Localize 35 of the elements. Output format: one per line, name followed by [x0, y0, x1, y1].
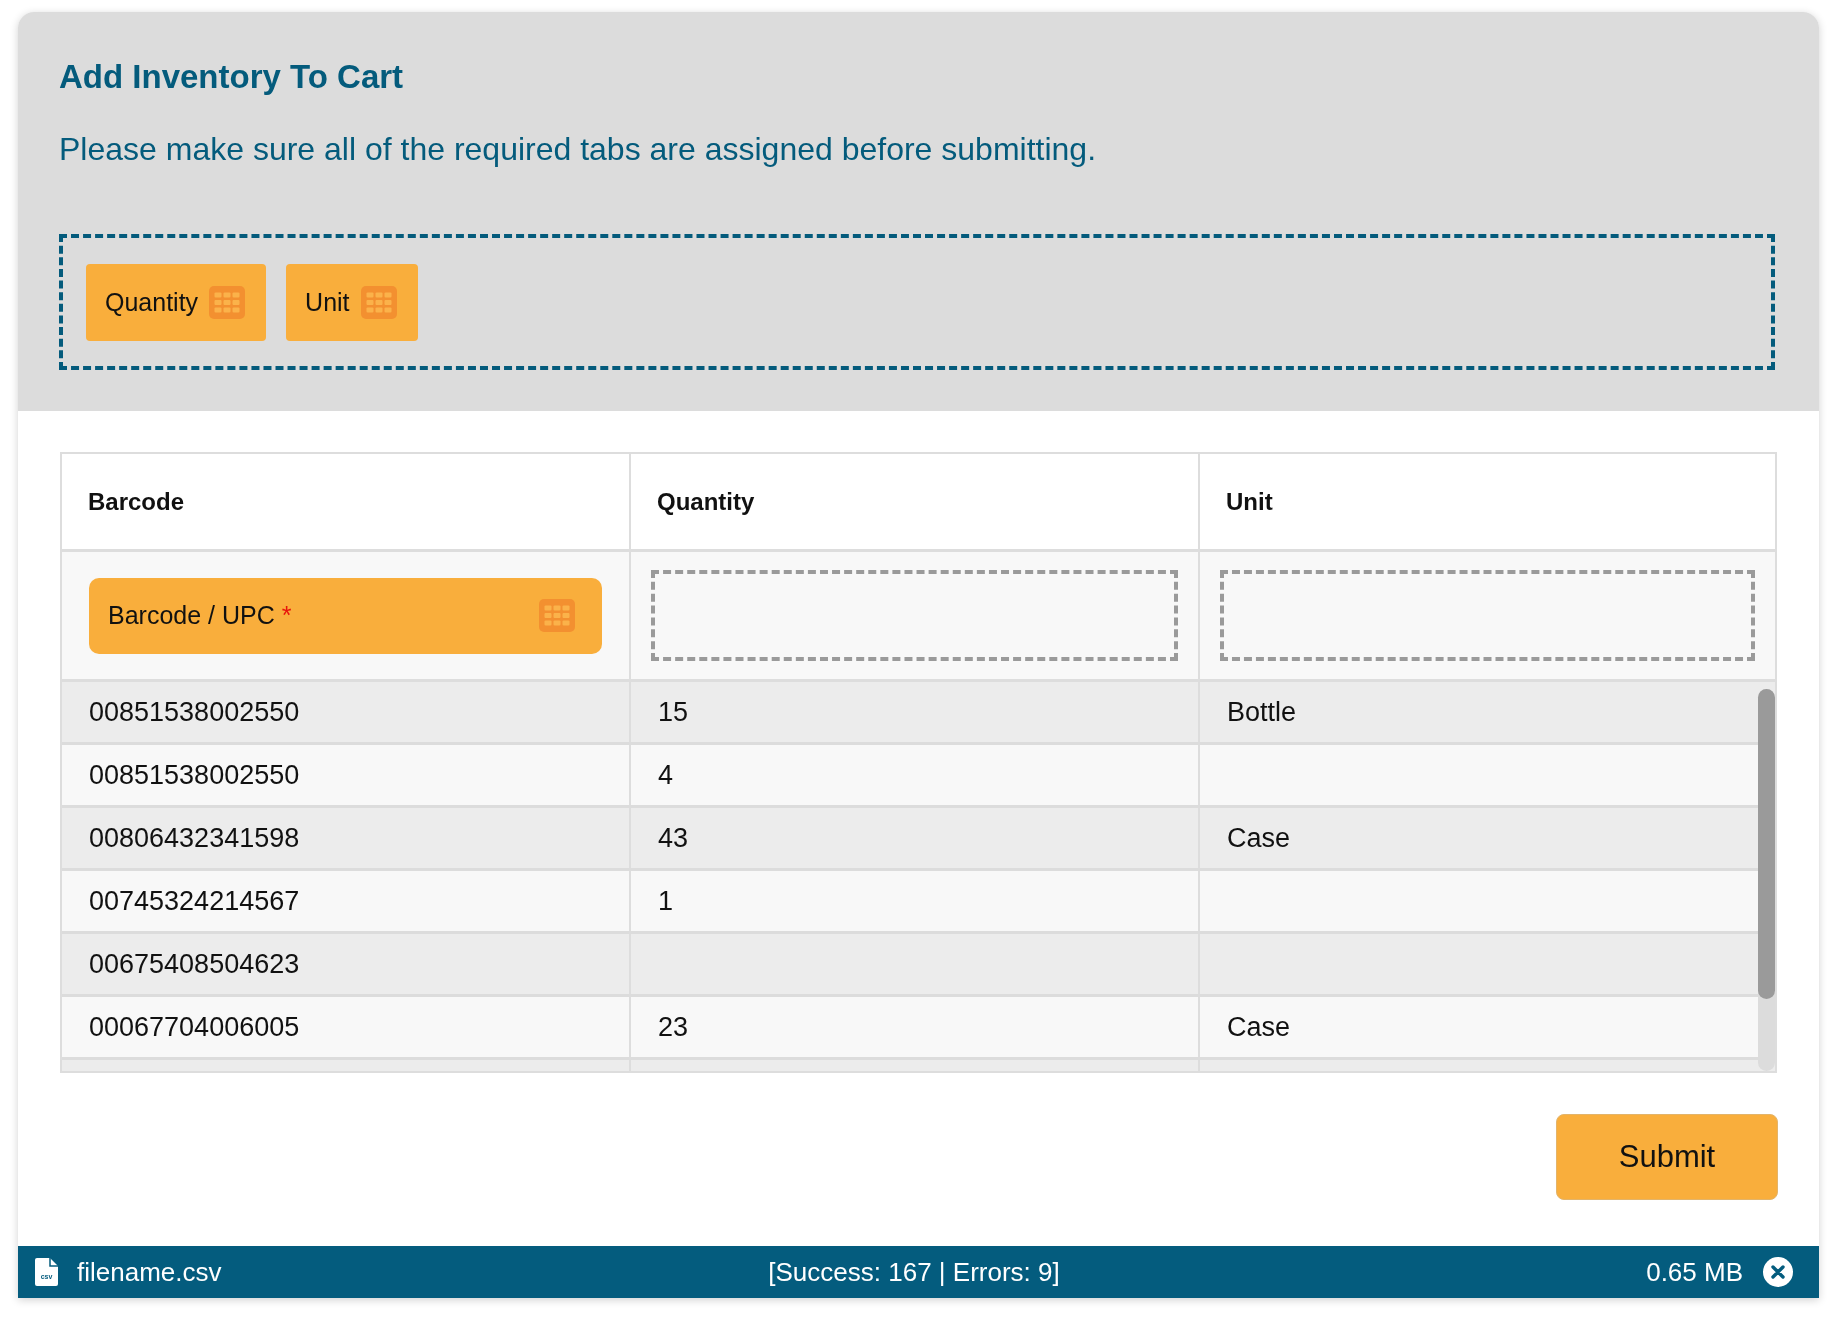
submit-button[interactable]: Submit — [1556, 1114, 1778, 1200]
table-cell: 00067704006005 — [62, 997, 631, 1057]
table-cell: 23 — [631, 997, 1200, 1057]
tab-chip[interactable]: Quantity — [86, 264, 267, 341]
grid-icon — [539, 599, 575, 632]
table-cell: 4 — [631, 745, 1200, 805]
column-header: Quantity — [631, 454, 1200, 549]
column-header: Unit — [1225, 486, 1274, 517]
table-cell: 00851538002550 — [62, 682, 631, 742]
file-size: 0.65 MB — [1646, 1256, 1743, 1288]
table-cell: 1 — [631, 871, 1200, 931]
scrollbar-thumb[interactable] — [1758, 689, 1775, 999]
table-cell-text: Case — [1226, 1010, 1292, 1044]
instructions-text: Please make sure all of the required tabs are assigned before submitting. — [59, 130, 1098, 169]
grid-icon — [209, 286, 246, 319]
table-cell: 00745324214567 — [62, 871, 631, 931]
table-cell: 43 — [631, 808, 1200, 868]
table-cell: 00851538002550 — [62, 745, 631, 805]
drop-target[interactable] — [651, 570, 1178, 661]
table-cell: 00675408504623 — [62, 934, 631, 994]
scrollbar[interactable] — [1758, 689, 1775, 1071]
table-cell-text: Case — [1226, 821, 1292, 855]
tab-drop-area[interactable]: Quantity Unit — [59, 234, 1775, 370]
assigned-tab-chip[interactable]: Barcode / UPC * — [89, 577, 602, 654]
drop-target[interactable] — [1220, 570, 1755, 661]
grid-icon — [360, 286, 397, 319]
close-icon[interactable] — [1763, 1257, 1793, 1287]
table-cell: 00806432341598 — [62, 808, 631, 868]
tab-chip[interactable]: Unit — [286, 264, 418, 341]
column-header: Barcode — [62, 454, 631, 549]
file-name: filename.csv — [77, 1256, 222, 1288]
table-cell-text: Bottle — [1226, 695, 1298, 729]
upload-summary: [Success: 167 | Errors: 9] — [768, 1256, 1060, 1288]
dialog-title: Add Inventory To Cart — [59, 57, 405, 97]
table-cell: 15 — [631, 682, 1200, 742]
